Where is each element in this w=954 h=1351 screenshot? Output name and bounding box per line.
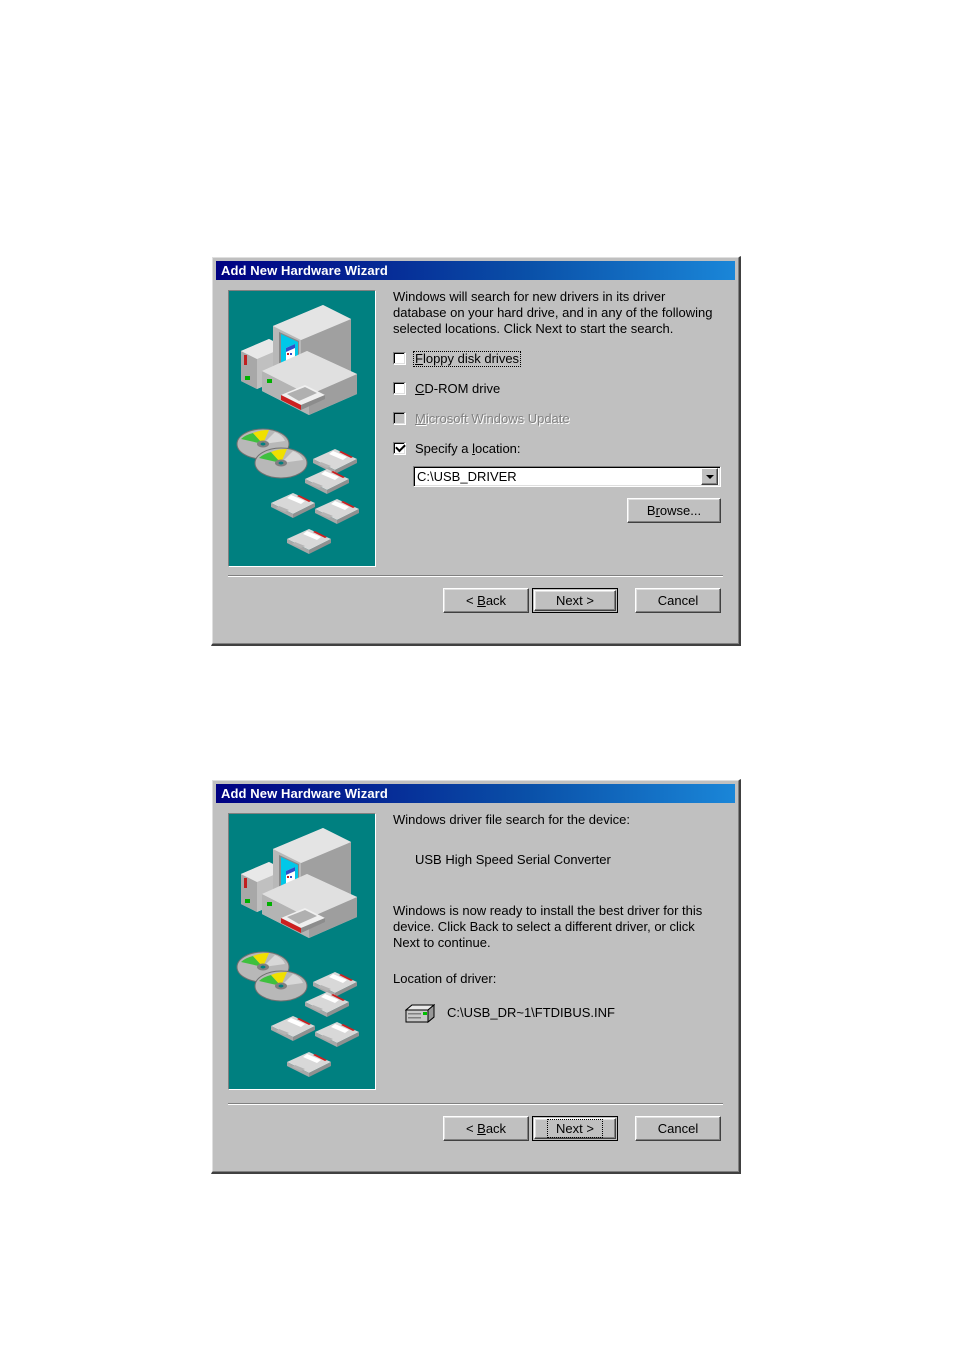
next-button[interactable]: Next >: [532, 588, 618, 613]
dialog-content-column: Windows will search for new drivers in i…: [393, 289, 721, 523]
computer-media-illustration: [229, 291, 375, 566]
back-label: < Back: [465, 593, 507, 608]
back-button[interactable]: < Back: [443, 1116, 529, 1141]
next-button[interactable]: Next >: [532, 1116, 618, 1141]
titlebar: Add New Hardware Wizard: [216, 784, 735, 803]
checkbox-microsoft-windows-update: Microsoft Windows Update: [393, 411, 721, 427]
next-label: Next >: [547, 1119, 603, 1138]
checkbox-box[interactable]: [393, 382, 406, 395]
window-title: Add New Hardware Wizard: [221, 263, 388, 278]
cancel-button[interactable]: Cancel: [635, 588, 721, 613]
location-of-driver-label: Location of driver:: [393, 971, 497, 986]
checkbox-cd-rom-drive[interactable]: CD-ROM drive: [393, 381, 721, 397]
dialog-content-column: Windows driver file search for the devic…: [393, 812, 721, 1023]
checkbox-specify-a-location[interactable]: Specify a location:: [393, 441, 721, 457]
dialog-body: Windows will search for new drivers in i…: [216, 280, 735, 613]
back-label: < Back: [465, 1121, 507, 1136]
browse-label: Browse...: [646, 503, 702, 518]
driver-location-row: C:\USB_DR~1\FTDIBUS.INF: [393, 1001, 721, 1023]
location-combobox[interactable]: C:\USB_DRIVER: [413, 466, 721, 487]
search-heading-text: Windows driver file search for the devic…: [393, 812, 630, 827]
intro-text: Windows will search for new drivers in i…: [393, 289, 713, 336]
footer-separator: [228, 575, 723, 577]
driver-path-text: C:\USB_DR~1\FTDIBUS.INF: [447, 1004, 615, 1020]
dialog-inner-frame: Add New Hardware Wizard: [212, 780, 739, 1172]
checkbox-label: Microsoft Windows Update: [415, 411, 570, 426]
checkbox-floppy-disk-drives[interactable]: Floppy disk drives: [393, 351, 721, 367]
checkbox-box[interactable]: [393, 441, 406, 455]
checkbox-box[interactable]: [393, 352, 406, 365]
footer-separator: [228, 1103, 723, 1105]
window-title: Add New Hardware Wizard: [221, 786, 388, 801]
device-name-text: USB High Speed Serial Converter: [415, 852, 611, 867]
cancel-button[interactable]: Cancel: [635, 1116, 721, 1141]
checkmark-icon: [395, 441, 406, 453]
ready-text: Windows is now ready to install the best…: [393, 903, 703, 950]
computer-media-illustration: [229, 814, 375, 1089]
chevron-down-icon[interactable]: [701, 468, 718, 485]
add-new-hardware-wizard-dialog-ready: Add New Hardware Wizard Windows driver f…: [211, 779, 741, 1174]
location-value[interactable]: C:\USB_DRIVER: [414, 469, 701, 484]
browse-button[interactable]: Browse...: [627, 498, 721, 523]
add-new-hardware-wizard-dialog-search: Add New Hardware Wizard Windows will sea…: [211, 256, 741, 646]
footer-buttons: < Back Next > Cancel: [443, 1116, 721, 1141]
checkbox-label[interactable]: CD-ROM drive: [413, 381, 502, 397]
illustration-panel: [228, 813, 376, 1090]
illustration-panel: [228, 290, 376, 567]
dialog-inner-frame: Add New Hardware Wizard: [212, 257, 739, 644]
dialog-body: Windows driver file search for the devic…: [216, 803, 735, 1141]
browse-row: Browse...: [393, 498, 721, 523]
next-label: Next >: [556, 593, 594, 608]
titlebar: Add New Hardware Wizard: [216, 261, 735, 280]
checkbox-box: [393, 412, 406, 425]
hardware-device-icon: [405, 1003, 435, 1023]
back-button[interactable]: < Back: [443, 588, 529, 613]
checkbox-label[interactable]: Specify a location:: [413, 441, 523, 457]
checkbox-label[interactable]: Floppy disk drives: [413, 351, 522, 367]
footer-buttons: < Back Next > Cancel: [443, 588, 721, 613]
